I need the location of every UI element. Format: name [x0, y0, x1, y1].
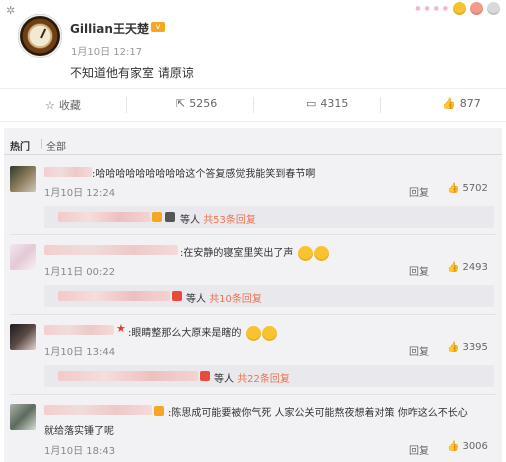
star-badge-icon: ★: [116, 322, 126, 335]
comment-button[interactable]: ▭ 4315: [306, 97, 348, 110]
comment-like-count: 3395: [462, 342, 488, 353]
thumbs-up-icon: 👍: [442, 97, 456, 110]
comment-text: :眼睛整那么大原来是瞎的: [128, 324, 277, 341]
comment-like-button[interactable]: 👍 5702: [447, 183, 488, 194]
comment-like-button[interactable]: 👍 3006: [447, 441, 488, 452]
commenter-name-blurred[interactable]: [44, 245, 178, 255]
comment-time: 1月10日 18:43: [44, 446, 116, 457]
sub-replies-link[interactable]: 共53条回复: [203, 215, 256, 226]
post-text: 不知道他有家室 请原谅: [70, 66, 194, 80]
divider: [380, 97, 381, 113]
comment-count: 4315: [320, 97, 349, 110]
comment-like-count: 2493: [462, 262, 488, 273]
comment-divider: [10, 314, 496, 315]
comment-divider: [10, 394, 496, 395]
comment-icon: ▭: [306, 97, 317, 110]
comment-time: 1月10日 12:24: [44, 188, 116, 199]
commenter-name-blurred[interactable]: [44, 167, 92, 177]
comment-text: :陈思成可能要被你气死 人家公关可能熬夜想着对策 你咋这么不长心: [168, 408, 468, 419]
corner-star-icon: ✲: [6, 4, 16, 17]
comment-time: 1月11日 00:22: [44, 267, 116, 278]
comment-text-content: :眼睛整那么大原来是瞎的: [128, 328, 242, 339]
thumbs-up-icon: 👍: [447, 441, 460, 452]
reply-button[interactable]: 回复: [409, 263, 429, 278]
comment-text: :在安静的寝室里笑出了声: [180, 244, 329, 261]
corner-decoration: ● ● ● ●: [415, 2, 500, 15]
laugh-cry-emoji-icon: [313, 245, 329, 261]
sub-reply-names-blurred: [58, 212, 150, 222]
collect-label: 收藏: [58, 99, 81, 112]
commenter-name-blurred[interactable]: [44, 405, 152, 415]
reply-button[interactable]: 回复: [409, 442, 429, 457]
sub-replies-summary[interactable]: 等人 共22条回复: [214, 370, 290, 385]
comments-section: 热门 全部 :哈哈哈哈哈哈哈哈哈这个答复感觉我能笑到春节啊 1月10日 12:2…: [4, 128, 502, 462]
thumbs-up-icon: 👍: [447, 342, 460, 353]
comment-time: 1月10日 13:44: [44, 347, 116, 358]
post-username[interactable]: Gillian王天楚: [70, 20, 149, 37]
reply-button[interactable]: 回复: [409, 343, 429, 358]
badge-icon: [152, 212, 162, 222]
commenter-avatar[interactable]: [10, 166, 36, 192]
share-button[interactable]: ⇱ 5256: [176, 97, 217, 110]
divider: [126, 97, 127, 113]
tab-all[interactable]: 全部: [46, 138, 66, 153]
badge-icon: [154, 406, 164, 416]
commenter-avatar[interactable]: [10, 244, 36, 270]
reply-button[interactable]: 回复: [409, 184, 429, 199]
laugh-cry-emoji-icon: [261, 325, 277, 341]
sub-replies-summary[interactable]: 等人 共53条回复: [180, 211, 256, 226]
action-bar: ☆ 收藏 ⇱ 5256 ▭ 4315 👍 877: [0, 88, 506, 122]
comment-text-continued: 就给落实锤了呢: [44, 426, 114, 437]
thumbs-up-icon: 👍: [447, 183, 460, 194]
tab-hot[interactable]: 热门: [10, 138, 30, 153]
share-count: 5256: [189, 97, 218, 110]
tab-separator: [41, 139, 42, 149]
commenter-avatar[interactable]: [10, 324, 36, 350]
comment-like-button[interactable]: 👍 2493: [447, 262, 488, 273]
post-time[interactable]: 1月10日 12:17: [71, 43, 142, 58]
sub-replies-box[interactable]: 等人 共53条回复: [44, 206, 494, 228]
like-count: 877: [459, 97, 481, 110]
sub-prefix: 等人: [214, 374, 234, 385]
badge-icon: [172, 291, 182, 301]
share-icon: ⇱: [176, 97, 186, 110]
comment-like-count: 3006: [462, 441, 488, 452]
comment-divider: [10, 234, 496, 235]
laugh-cry-emoji-icon: [297, 245, 313, 261]
like-button[interactable]: 👍 877: [442, 97, 481, 110]
sub-replies-box[interactable]: 等人 共10条回复: [44, 285, 494, 307]
collect-button[interactable]: ☆ 收藏: [45, 97, 81, 113]
sub-replies-link[interactable]: 共10条回复: [209, 294, 262, 305]
comment-text: :哈哈哈哈哈哈哈哈哈这个答复感觉我能笑到春节啊: [92, 169, 316, 180]
sub-reply-names-blurred: [58, 291, 170, 301]
vip-badge-icon: v: [151, 22, 165, 32]
sub-replies-summary[interactable]: 等人 共10条回复: [186, 290, 262, 305]
sub-prefix: 等人: [186, 294, 206, 305]
comment-like-count: 5702: [462, 183, 488, 194]
emoji-icon: [487, 2, 500, 15]
badge-icon: [200, 371, 210, 381]
commenter-avatar[interactable]: [10, 404, 36, 430]
thumbs-up-icon: 👍: [447, 262, 460, 273]
avatar[interactable]: [18, 14, 62, 58]
divider: [253, 97, 254, 113]
commenter-name-blurred[interactable]: [44, 325, 114, 335]
sub-replies-box[interactable]: 等人 共22条回复: [44, 365, 494, 387]
comment-text-content: :在安静的寝室里笑出了声: [180, 248, 294, 259]
sub-replies-link[interactable]: 共22条回复: [237, 374, 290, 385]
sub-prefix: 等人: [180, 215, 200, 226]
laugh-cry-emoji-icon: [245, 325, 261, 341]
comment-tabs: 热门 全部: [4, 136, 502, 155]
dots-decoration: ● ● ● ●: [415, 5, 449, 12]
comment-like-button[interactable]: 👍 3395: [447, 342, 488, 353]
star-icon: ☆: [45, 98, 55, 112]
emoji-icon: [453, 2, 466, 15]
emoji-icon: [470, 2, 483, 15]
sub-reply-names-blurred: [58, 371, 198, 381]
badge-icon: [165, 212, 175, 222]
